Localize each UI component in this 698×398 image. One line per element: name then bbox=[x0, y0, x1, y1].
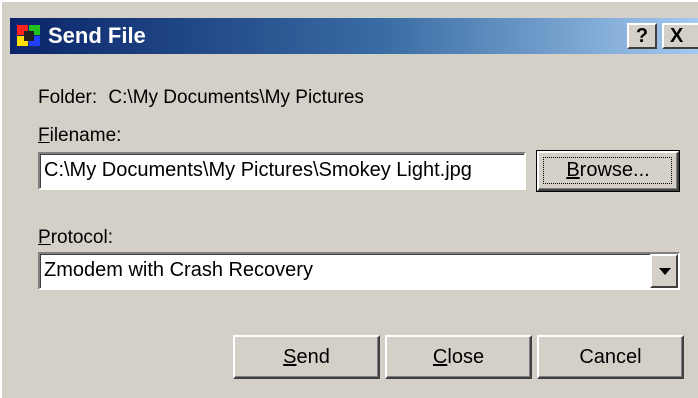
title-bar[interactable]: Send File ? X bbox=[10, 18, 698, 54]
protocol-select[interactable]: Zmodem with Crash Recovery bbox=[38, 252, 680, 290]
close-button[interactable]: Close bbox=[385, 335, 532, 379]
window-title: Send File bbox=[48, 23, 146, 48]
help-button[interactable]: ? bbox=[627, 23, 657, 49]
focus-ring bbox=[543, 157, 672, 184]
close-window-button[interactable]: X bbox=[662, 23, 698, 49]
close-icon: X bbox=[670, 25, 684, 47]
send-button[interactable]: Send bbox=[233, 335, 380, 379]
protocol-label: Protocol: bbox=[38, 227, 113, 248]
help-icon: ? bbox=[635, 25, 649, 47]
filename-label: Filename: bbox=[38, 125, 122, 146]
app-icon bbox=[17, 25, 40, 46]
folder-path: C:\My Documents\My Pictures bbox=[108, 87, 364, 108]
cancel-button[interactable]: Cancel bbox=[537, 335, 684, 379]
send-file-dialog: Send File ? X Folder: C:\My Documents\My… bbox=[0, 0, 698, 398]
browse-button[interactable]: Browse... bbox=[536, 150, 680, 192]
folder-row: Folder: C:\My Documents\My Pictures bbox=[38, 87, 364, 109]
filename-input[interactable]: C:\My Documents\My Pictures\Smokey Light… bbox=[38, 152, 526, 190]
folder-label: Folder: bbox=[38, 87, 98, 108]
chevron-down-icon[interactable] bbox=[650, 254, 678, 288]
protocol-selected: Zmodem with Crash Recovery bbox=[44, 259, 313, 281]
